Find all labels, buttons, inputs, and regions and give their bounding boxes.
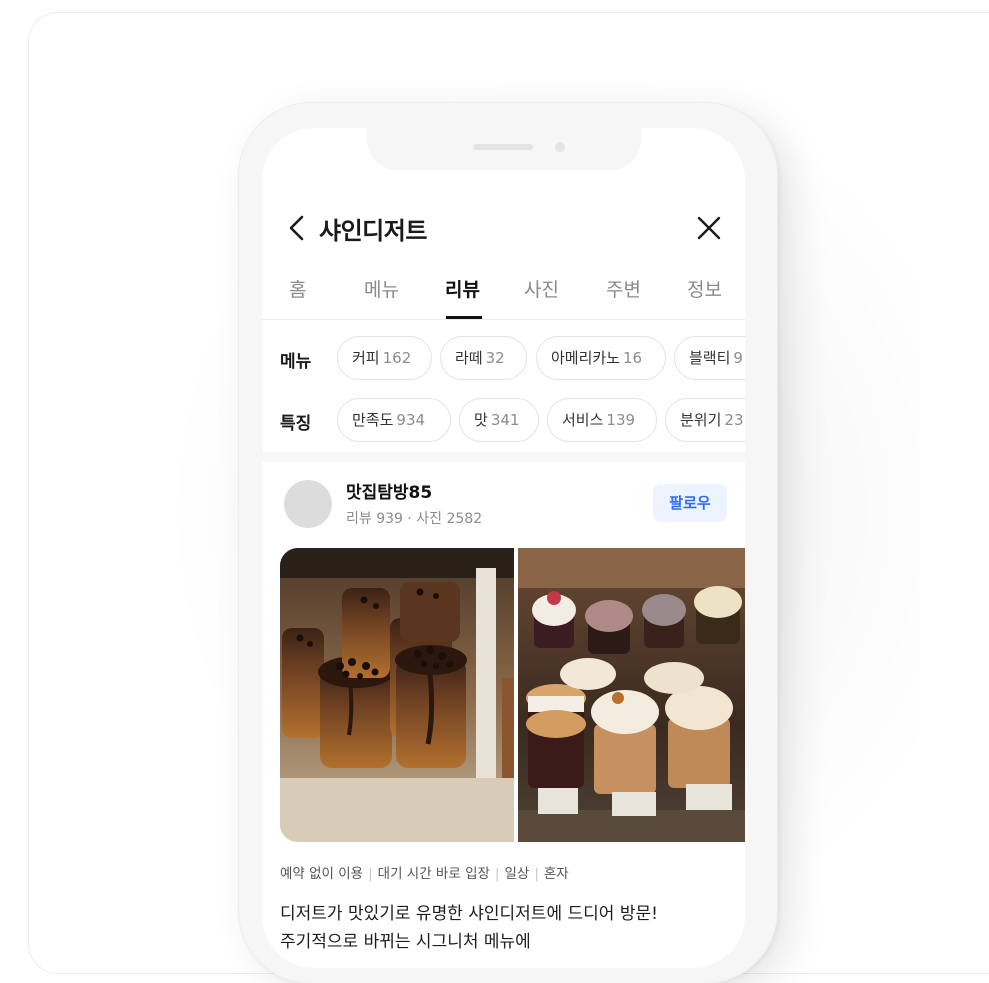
chip-atmosphere[interactable]: 분위기 23 [665, 398, 745, 442]
chip-service[interactable]: 서비스 139 [547, 398, 657, 442]
section-separator [262, 452, 745, 462]
menu-filter-label: 메뉴 [280, 352, 312, 372]
place-title: 샤인디저트 [319, 217, 427, 245]
chip-satisfaction[interactable]: 만족도 934 [337, 398, 451, 442]
tab-nearby[interactable]: 주변 [606, 275, 641, 302]
chip-latte[interactable]: 라떼 32 [440, 336, 527, 380]
reviewer-name[interactable]: 맛집탐방85 [346, 478, 432, 503]
close-icon[interactable] [696, 215, 722, 241]
review-text-line: 디저트가 맛있기로 유명한 샤인디저트에 드디어 방문! [280, 904, 658, 924]
tag-no-reservation: 예약 없이 이용 [280, 866, 364, 882]
chip-coffee[interactable]: 커피 162 [337, 336, 432, 380]
front-camera [555, 142, 565, 152]
tab-menu[interactable]: 메뉴 [364, 275, 399, 302]
phone-notch [367, 128, 641, 170]
tab-review[interactable]: 리뷰 [445, 275, 480, 302]
feature-filter-row: 특징 만족도 934 맛 341 서비스 139 분위기 23 [262, 396, 745, 446]
tab-home[interactable]: 홈 [289, 275, 306, 302]
reviewer-header: 맛집탐방85 리뷰 939 · 사진 2582 팔로우 [262, 478, 745, 534]
chip-taste[interactable]: 맛 341 [459, 398, 539, 442]
menu-filter-row: 메뉴 커피 162 라떼 32 아메리카노 16 블랙티 9 [262, 334, 745, 384]
tab-divider [262, 319, 745, 320]
speaker-grill [473, 144, 533, 150]
feature-filter-label: 특징 [280, 414, 312, 434]
chevron-left-icon[interactable] [286, 215, 308, 241]
top-bar: 샤인디저트 [262, 208, 745, 248]
tag-wait-time: 대기 시간 바로 입장 [377, 866, 490, 882]
tag-daily: 일상 [504, 866, 530, 882]
follow-button[interactable]: 팔로우 [653, 484, 727, 522]
review-tags: 예약 없이 이용 | 대기 시간 바로 입장 | 일상 | 혼자 [280, 866, 569, 882]
cupcakes-photo[interactable] [518, 548, 745, 842]
reviewer-stats: 리뷰 939 · 사진 2582 [346, 511, 483, 527]
tab-info[interactable]: 정보 [687, 275, 722, 302]
phone-screen: 샤인디저트 홈 메뉴 리뷰 사진 주변 정보 메뉴 커피 162 라떼 32 아메리… [262, 128, 745, 968]
review-text-line: 주기적으로 바뀌는 시그니처 메뉴에 [280, 932, 531, 952]
avatar[interactable] [284, 480, 332, 528]
tab-photos[interactable]: 사진 [524, 275, 559, 302]
tab-bar: 홈 메뉴 리뷰 사진 주변 정보 [262, 268, 745, 320]
tag-alone: 혼자 [543, 866, 569, 882]
chip-americano[interactable]: 아메리카노 16 [536, 336, 666, 380]
review-photos [280, 548, 745, 842]
chocolate-bread-photo[interactable] [280, 548, 514, 842]
chip-black-tea[interactable]: 블랙티 9 [674, 336, 745, 380]
